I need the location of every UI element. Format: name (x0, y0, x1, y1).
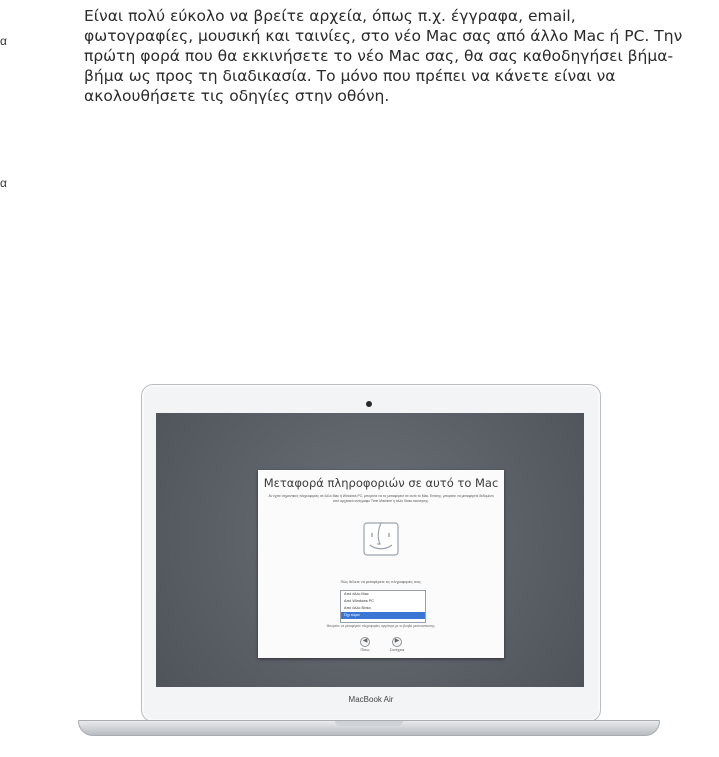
laptop-base (78, 720, 660, 736)
back-button[interactable]: ◀ Πίσω (350, 637, 380, 652)
margin-mark-2: α (0, 176, 7, 190)
option-another-disk[interactable]: Από άλλο δίσκο (341, 605, 425, 612)
lid-notch (335, 721, 403, 726)
margin-mark-1: α (0, 34, 7, 48)
dialog-title: Μεταφορά πληροφοριών σε αυτό το Mac (263, 476, 499, 490)
option-windows-pc[interactable]: Από Windows PC (341, 598, 425, 605)
migration-dialog: Μεταφορά πληροφοριών σε αυτό το Mac Αν έ… (258, 470, 504, 658)
continue-button[interactable]: ▶ Συνέχεια (382, 637, 412, 652)
option-not-now[interactable]: Όχι τώρα (341, 612, 425, 619)
continue-label: Συνέχεια (389, 648, 405, 652)
laptop-lid: Μεταφορά πληροφοριών σε αυτό το Mac Αν έ… (141, 384, 601, 722)
intro-paragraph: Είναι πολύ εύκολο να βρείτε αρχεία, όπως… (84, 7, 683, 105)
back-arrow-glyph: ◀ (362, 638, 368, 644)
brand-label: MacBook Air (348, 695, 394, 704)
laptop-screen: Μεταφορά πληροφοριών σε αυτό το Mac Αν έ… (156, 413, 584, 687)
back-arrow-icon: ◀ (360, 637, 370, 647)
option-another-mac[interactable]: Από άλλο Mac (341, 591, 425, 598)
migration-options-list[interactable]: Από άλλο Mac Από Windows PC Από άλλο δίσ… (340, 590, 426, 623)
continue-arrow-glyph: ▶ (394, 638, 400, 644)
dialog-note: Μπορείτε να μεταφέρετε πληροφορίες αργότ… (326, 624, 436, 628)
dialog-question: Πώς θέλετε να μεταφέρετε τις πληροφορίες… (340, 580, 422, 584)
finder-icon (363, 522, 399, 556)
back-label: Πίσω (360, 648, 370, 652)
continue-arrow-icon: ▶ (392, 637, 402, 647)
macbook-air-illustration: Μεταφορά πληροφοριών σε αυτό το Mac Αν έ… (78, 384, 660, 744)
camera-dot (366, 401, 372, 407)
dialog-description: Αν έχετε σημαντικές πληροφορίες σε άλλο … (268, 494, 494, 503)
